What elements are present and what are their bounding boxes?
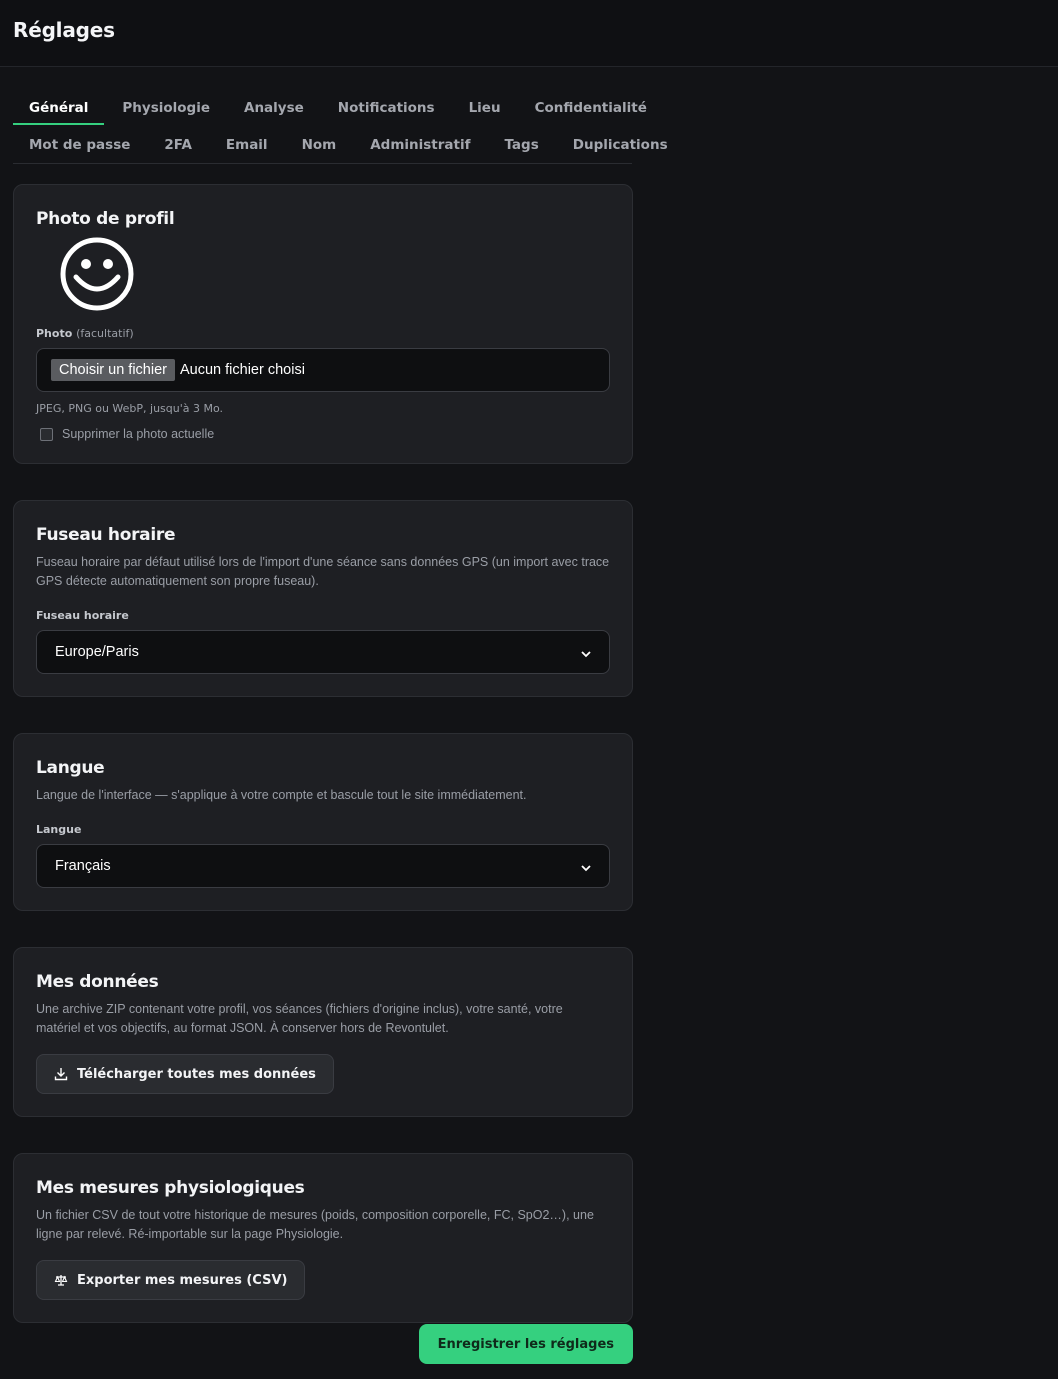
tab-2fa[interactable]: 2FA bbox=[148, 126, 208, 162]
download-data-label: Télécharger toutes mes données bbox=[77, 1066, 316, 1082]
save-row: Enregistrer les réglages bbox=[13, 1323, 633, 1364]
tab-notifications[interactable]: Notifications bbox=[322, 89, 451, 125]
smiley-face-icon bbox=[58, 235, 136, 313]
photo-label-optional: (facultatif) bbox=[76, 327, 134, 340]
language-card: Langue Langue de l'interface — s'appliqu… bbox=[13, 733, 633, 911]
tab-analyse[interactable]: Analyse bbox=[228, 89, 320, 125]
profile-photo-title: Photo de profil bbox=[36, 209, 175, 229]
chevron-down-icon bbox=[581, 643, 591, 662]
timezone-value: Europe/Paris bbox=[55, 644, 139, 660]
tab-administratif[interactable]: Administratif bbox=[354, 126, 486, 162]
tab-general[interactable]: Général bbox=[13, 89, 105, 125]
photo-hint: JPEG, PNG ou WebP, jusqu'à 3 Mo. bbox=[36, 402, 224, 415]
scale-icon bbox=[54, 1273, 68, 1287]
file-status: Aucun fichier choisi bbox=[180, 362, 305, 378]
photo-file-input[interactable]: Choisir un fichier Aucun fichier choisi bbox=[36, 348, 610, 392]
tab-confidentialite[interactable]: Confidentialité bbox=[519, 89, 663, 125]
photo-field-label: Photo (facultatif) bbox=[36, 327, 610, 340]
remove-photo-row: Supprimer la photo actuelle bbox=[36, 427, 610, 441]
tab-tags[interactable]: Tags bbox=[488, 126, 554, 162]
language-description: Langue de l'interface — s'applique à vot… bbox=[36, 788, 527, 802]
language-select[interactable]: Français bbox=[36, 844, 610, 888]
timezone-field-label: Fuseau horaire bbox=[36, 609, 129, 622]
tab-row-1: Général Physiologie Analyse Notification… bbox=[13, 89, 647, 126]
chevron-down-icon bbox=[581, 857, 591, 876]
tab-physiologie[interactable]: Physiologie bbox=[106, 89, 226, 125]
measures-description: Un fichier CSV de tout votre historique … bbox=[36, 1208, 594, 1241]
profile-photo-card: Photo de profil Photo (facultatif) Chois… bbox=[13, 184, 633, 464]
download-data-button[interactable]: Télécharger toutes mes données bbox=[36, 1054, 334, 1094]
measures-card: Mes mesures physiologiques Un fichier CS… bbox=[13, 1153, 633, 1323]
settings-tabs: Général Physiologie Analyse Notification… bbox=[13, 89, 668, 164]
remove-photo-label[interactable]: Supprimer la photo actuelle bbox=[62, 427, 214, 441]
tab-duplications[interactable]: Duplications bbox=[557, 126, 684, 162]
save-settings-button[interactable]: Enregistrer les réglages bbox=[418, 1324, 633, 1364]
language-value: Français bbox=[55, 858, 111, 874]
my-data-description: Une archive ZIP contenant votre profil, … bbox=[36, 1002, 563, 1035]
timezone-title: Fuseau horaire bbox=[36, 525, 176, 545]
measures-title: Mes mesures physiologiques bbox=[36, 1178, 305, 1198]
top-bar: Réglages bbox=[0, 0, 1058, 67]
timezone-select[interactable]: Europe/Paris bbox=[36, 630, 610, 674]
timezone-description: Fuseau horaire par défaut utilisé lors d… bbox=[36, 555, 610, 588]
tab-nom[interactable]: Nom bbox=[286, 126, 353, 162]
export-measures-button[interactable]: Exporter mes mesures (CSV) bbox=[36, 1260, 306, 1300]
tab-row-2: Mot de passe 2FA Email Nom Administratif… bbox=[13, 126, 668, 163]
my-data-card: Mes données Une archive ZIP contenant vo… bbox=[13, 947, 633, 1117]
page-title: Réglages bbox=[13, 18, 115, 42]
tab-lieu[interactable]: Lieu bbox=[453, 89, 517, 125]
remove-photo-checkbox[interactable] bbox=[40, 427, 53, 441]
download-icon bbox=[54, 1067, 68, 1081]
export-measures-label: Exporter mes mesures (CSV) bbox=[77, 1272, 288, 1288]
tab-mot-de-passe[interactable]: Mot de passe bbox=[13, 126, 146, 162]
language-title: Langue bbox=[36, 758, 105, 778]
choose-file-button[interactable]: Choisir un fichier bbox=[51, 359, 175, 381]
tab-email[interactable]: Email bbox=[210, 126, 284, 162]
main-content: Général Physiologie Analyse Notification… bbox=[0, 89, 668, 1364]
timezone-card: Fuseau horaire Fuseau horaire par défaut… bbox=[13, 500, 633, 697]
photo-label-text: Photo bbox=[36, 327, 73, 340]
language-field-label: Langue bbox=[36, 823, 82, 836]
my-data-title: Mes données bbox=[36, 972, 159, 992]
